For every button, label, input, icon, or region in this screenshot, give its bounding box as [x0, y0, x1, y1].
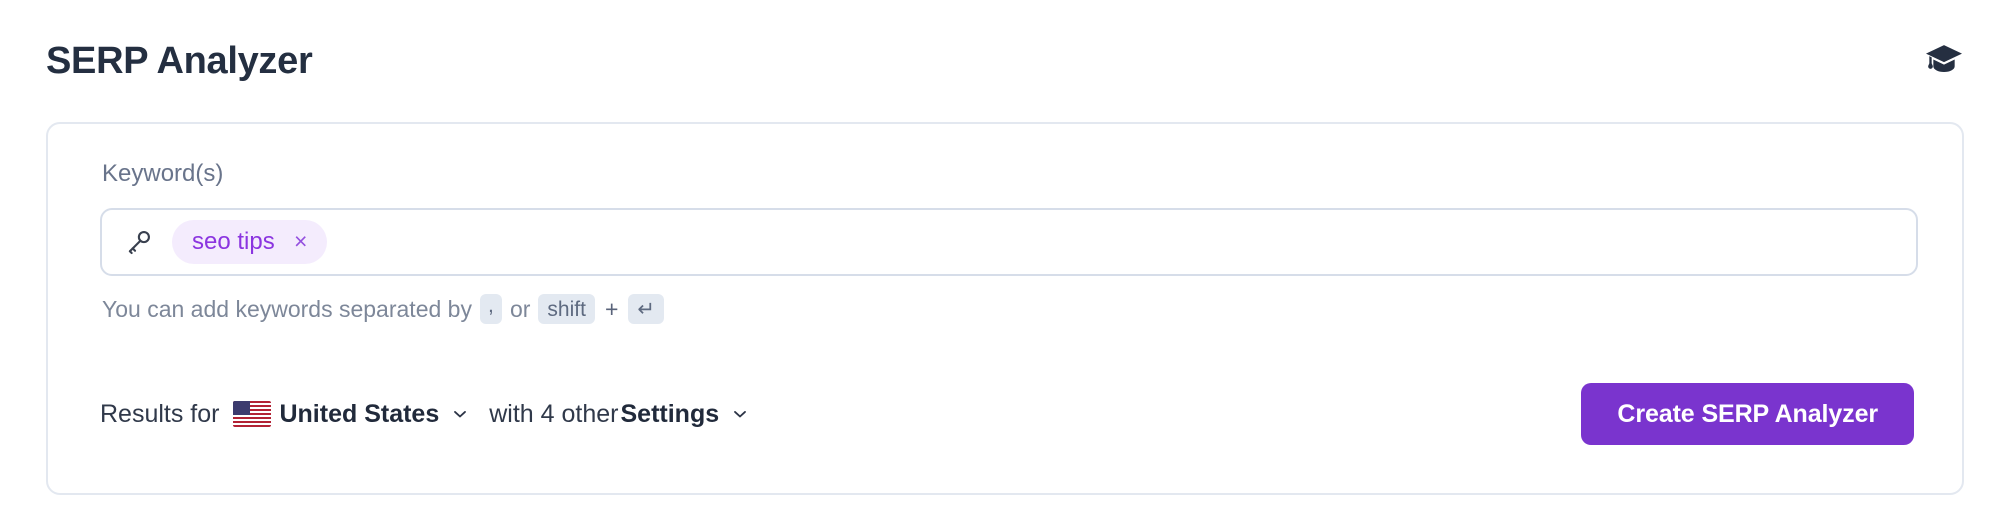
graduation-cap-icon[interactable]: [1922, 39, 1966, 83]
chevron-down-icon[interactable]: [449, 403, 471, 425]
create-serp-analyzer-button[interactable]: Create SERP Analyzer: [1581, 383, 1914, 445]
settings-summary: Results for United States with 4 other S…: [100, 401, 751, 427]
us-flag-icon: [233, 401, 272, 427]
hint-plus: +: [604, 295, 619, 322]
kbd-enter: ↵: [628, 294, 664, 324]
with-other-label: with 4 other: [489, 399, 619, 428]
chevron-down-icon[interactable]: [729, 403, 751, 425]
settings-row: Results for United States with 4 other S…: [100, 380, 1914, 448]
hint-prefix: You can add keywords separated by: [102, 295, 472, 322]
page-title: SERP Analyzer: [46, 40, 313, 82]
settings-picker[interactable]: Settings: [620, 399, 752, 428]
serp-analyzer-page: SERP Analyzer Keyword(s) seo tips × You …: [0, 0, 2010, 526]
serp-analyzer-card: Keyword(s) seo tips × You can add keywor…: [46, 122, 1964, 495]
keyword-tag[interactable]: seo tips ×: [172, 220, 327, 264]
page-header: SERP Analyzer: [0, 0, 2010, 122]
country-name: United States: [279, 399, 440, 428]
keyword-section: Keyword(s) seo tips × You can add keywor…: [100, 160, 1918, 324]
keyword-tag-remove-icon[interactable]: ×: [291, 229, 311, 253]
keyword-hint: You can add keywords separated by , or s…: [102, 294, 1914, 324]
kbd-comma: ,: [479, 294, 502, 324]
keyword-input[interactable]: seo tips ×: [100, 208, 1918, 276]
country-picker[interactable]: United States: [233, 401, 471, 427]
hint-conjunction: or: [509, 295, 531, 322]
settings-label: Settings: [620, 399, 720, 428]
kbd-shift: shift: [538, 294, 595, 324]
results-for-label: Results for: [100, 399, 220, 428]
key-icon: [124, 227, 154, 257]
keyword-tag-label: seo tips: [192, 228, 275, 255]
keyword-field-label: Keyword(s): [102, 160, 224, 187]
